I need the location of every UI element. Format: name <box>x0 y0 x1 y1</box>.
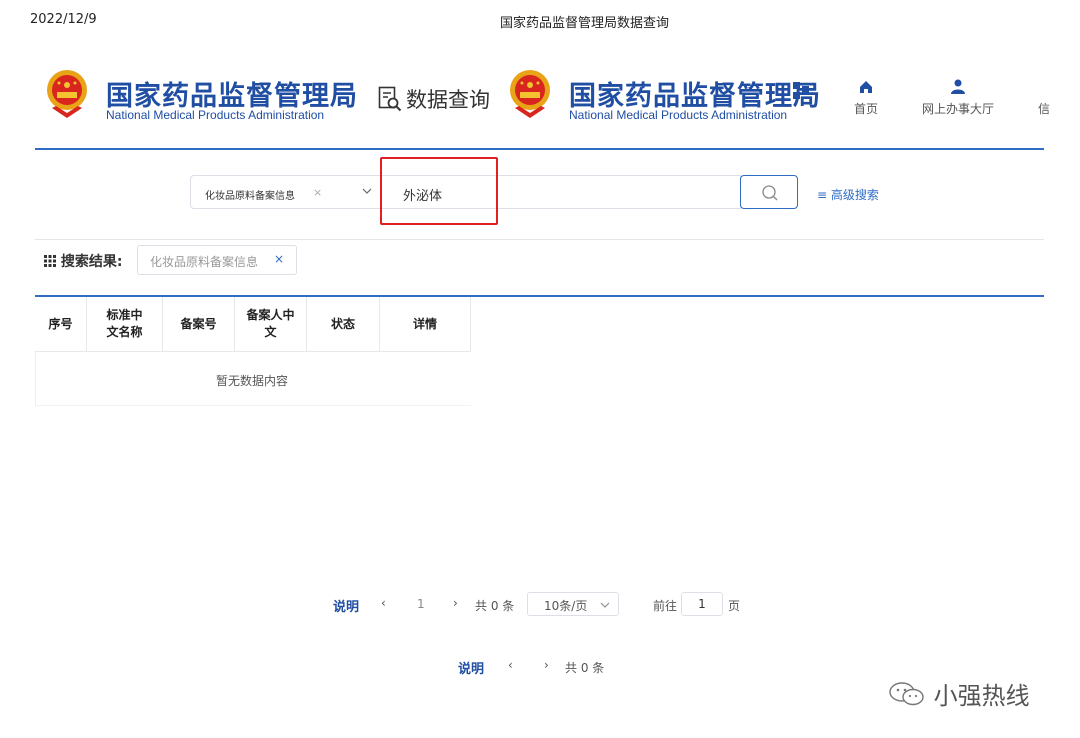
results-divider <box>35 239 1044 240</box>
grid-icon <box>793 82 809 99</box>
col-header-detail: 详情 <box>380 297 471 352</box>
col-header-index: 序号 <box>35 297 87 352</box>
logo-title-en-2: National Medical Products Administration <box>569 108 788 122</box>
pagination-compact-explain-link[interactable]: 说明 <box>458 658 484 677</box>
filter-tag: 化妆品原料备案信息 × <box>137 245 297 275</box>
wechat-icon <box>889 682 924 706</box>
nav-truncated-label: 信 <box>1038 102 1051 116</box>
prev-page-button[interactable]: ‹ <box>381 596 386 610</box>
nav-online-hall-label: 网上办事大厅 <box>921 102 994 116</box>
results-label-text: 搜索结果: <box>60 254 123 270</box>
page-suffix: 页 <box>728 599 741 613</box>
total-count: 共 0 条 <box>475 599 515 613</box>
filter-tag-label: 化妆品原料备案信息 <box>150 255 259 269</box>
page-number[interactable]: 1 <box>417 597 425 611</box>
total-count-compact: 共 0 条 <box>565 661 605 675</box>
pagination-explain-link[interactable]: 说明 <box>333 596 359 615</box>
chevron-down-icon <box>362 188 372 194</box>
goto-label: 前往 <box>653 599 678 613</box>
print-date: 2022/12/9 <box>30 12 97 27</box>
empty-message: 暂无数据内容 <box>216 374 289 388</box>
national-emblem-icon-2 <box>510 70 550 118</box>
highlight-box <box>380 157 498 225</box>
nav-online-hall[interactable]: 网上办事大厅 <box>916 78 1000 117</box>
header-divider <box>35 148 1044 150</box>
next-page-button-compact[interactable]: › <box>544 658 549 672</box>
home-icon <box>860 81 872 93</box>
tag-close-icon[interactable]: × <box>274 252 284 266</box>
watermark-text: 小强热线 <box>933 682 1030 710</box>
results-label: 搜索结果: <box>44 251 122 271</box>
category-select-value: 化妆品原料备案信息 <box>205 191 295 202</box>
goto-page-input[interactable]: 1 <box>681 592 723 616</box>
col-header-name: 标准中文名称 <box>87 297 163 352</box>
national-emblem-icon <box>47 70 87 118</box>
nav-home-label: 首页 <box>853 102 878 116</box>
col-header-record-no: 备案号 <box>163 297 235 352</box>
next-page-button[interactable]: › <box>453 596 458 610</box>
watermark: 小强热线 <box>888 676 1030 711</box>
print-page-title: 国家药品监督管理局数据查询 <box>500 16 670 31</box>
data-query-icon <box>378 86 402 112</box>
category-clear-icon[interactable]: × <box>313 186 322 199</box>
grid-list-icon <box>44 255 56 267</box>
page-size-select[interactable]: 10条/页 <box>527 592 619 616</box>
page-size-value: 10条/页 <box>544 599 588 613</box>
nav-item-truncated[interactable]: 信 <box>1038 100 1058 117</box>
prev-page-button-compact[interactable]: ‹ <box>508 658 513 672</box>
filter-icon: ≡ <box>817 188 831 202</box>
nav-home[interactable]: 首页 <box>846 80 886 117</box>
search-button[interactable] <box>740 175 798 209</box>
col-header-filer: 备案人中文 <box>235 297 307 352</box>
user-icon <box>951 79 965 94</box>
col-header-status: 状态 <box>307 297 380 352</box>
advanced-search-label: 高级搜索 <box>830 188 879 202</box>
advanced-search-link[interactable]: ≡ 高级搜索 <box>817 186 879 203</box>
table-empty-row: 暂无数据内容 <box>35 352 471 406</box>
category-select[interactable]: 化妆品原料备案信息 × <box>190 175 382 209</box>
chevron-down-icon <box>600 602 610 608</box>
search-icon <box>762 185 778 201</box>
logo-title-en: National Medical Products Administration <box>106 108 325 122</box>
data-query-title: 数据查询 <box>406 88 490 112</box>
